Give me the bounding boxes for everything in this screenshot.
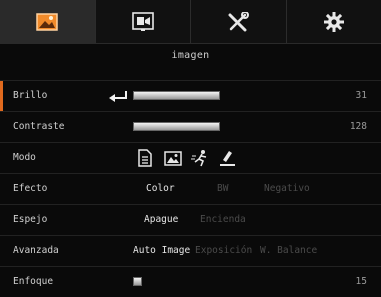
espejo-label: Espejo (13, 214, 48, 225)
enter-arrow-icon (109, 91, 127, 102)
document-mode-icon[interactable] (136, 149, 154, 167)
contraste-value: 128 (349, 121, 367, 132)
tab-bar (0, 0, 381, 44)
row-modo[interactable]: Modo (0, 142, 381, 173)
row-efecto[interactable]: Efecto Color BW Negativo (0, 173, 381, 204)
efecto-label: Efecto (13, 183, 48, 194)
efecto-option-color[interactable]: Color (146, 174, 175, 204)
enfoque-value: 15 (355, 276, 367, 287)
tab-image[interactable] (0, 0, 96, 43)
enfoque-label: Enfoque (13, 276, 54, 287)
modo-label: Modo (13, 152, 36, 163)
enfoque-slider[interactable] (133, 277, 142, 286)
section-title: imagen (171, 50, 210, 61)
avanzada-label: Avanzada (13, 245, 59, 256)
selection-marker (0, 81, 3, 112)
tab-tools[interactable] (191, 0, 287, 43)
contraste-label: Contraste (13, 121, 65, 132)
espejo-option-encienda[interactable]: Encienda (200, 205, 246, 235)
display-settings-icon (131, 11, 154, 32)
row-espejo[interactable]: Espejo Apague Encienda (0, 204, 381, 235)
row-contraste[interactable]: Contraste 128 (0, 111, 381, 142)
gear-icon (323, 11, 345, 33)
avanzada-option-auto-image[interactable]: Auto Image (133, 236, 190, 266)
image-settings-icon (36, 12, 58, 31)
row-avanzada[interactable]: Avanzada Auto Image Exposición W. Balanc… (0, 235, 381, 266)
tab-display[interactable] (95, 0, 191, 43)
espejo-option-apague[interactable]: Apague (144, 205, 178, 235)
efecto-option-negativo[interactable]: Negativo (264, 174, 310, 204)
efecto-option-bw[interactable]: BW (217, 174, 228, 204)
avanzada-option-exposicion[interactable]: Exposición (195, 236, 252, 266)
brillo-label: Brillo (13, 90, 48, 101)
tab-settings[interactable] (286, 0, 381, 43)
row-brillo[interactable]: Brillo 31 (0, 80, 381, 112)
avanzada-option-w-balance[interactable]: W. Balance (260, 236, 317, 266)
contraste-slider[interactable] (133, 122, 220, 131)
row-enfoque[interactable]: Enfoque 15 (0, 266, 381, 297)
tools-icon (227, 11, 250, 32)
brillo-slider[interactable] (133, 91, 220, 100)
highlight-mode-icon[interactable] (219, 149, 237, 167)
brillo-value: 31 (355, 90, 367, 101)
photo-mode-icon[interactable] (164, 149, 182, 167)
motion-mode-icon[interactable] (191, 149, 209, 167)
